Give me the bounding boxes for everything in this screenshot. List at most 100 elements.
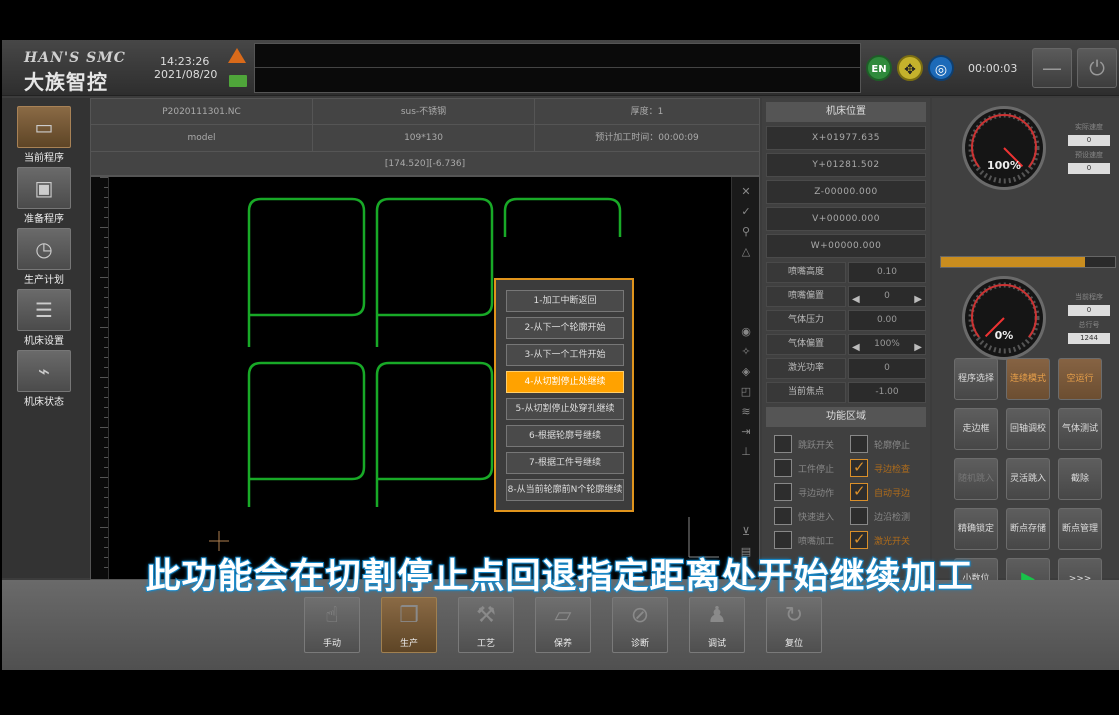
minimize-button[interactable]: —	[1032, 48, 1072, 88]
nav-maintenance[interactable]: ▱ 保养	[535, 597, 591, 653]
nav-label: 诊断	[630, 639, 649, 649]
network-icon[interactable]: ◎	[928, 55, 954, 81]
sidebar-item-current-program[interactable]: ▭ 当前程序	[17, 106, 71, 164]
nav-production[interactable]: ❒ 生产	[381, 597, 437, 653]
param-value-stepper[interactable]: ◀ 100% ▶	[848, 334, 926, 355]
head-icon[interactable]: ⊻	[737, 525, 755, 539]
nav-debug[interactable]: ♟ 调试	[689, 597, 745, 653]
decrease-icon[interactable]: ◀	[852, 338, 860, 357]
message-bar	[254, 43, 861, 93]
language-button[interactable]: EN	[866, 55, 892, 81]
part-outline	[247, 197, 366, 347]
check-icon[interactable]: ✓	[737, 205, 755, 219]
nav-diagnose[interactable]: ⊘ 诊断	[612, 597, 668, 653]
sidebar-item-label: 生产计划	[24, 275, 64, 286]
material: sus-不锈钢	[313, 99, 535, 125]
checkbox[interactable]	[774, 483, 792, 501]
frame-icon[interactable]: ◰	[737, 385, 755, 399]
target-icon[interactable]: ✧	[737, 345, 755, 359]
popup-item-n-contours-back[interactable]: 8-从当前轮廓前N个轮廓继续	[506, 479, 624, 501]
ruler-tick	[104, 357, 108, 358]
popup-item-resume-stop-point[interactable]: 4-从切割停止处继续	[506, 371, 624, 393]
stack-icon[interactable]: ≋	[737, 405, 755, 419]
checkbox-checked[interactable]	[850, 482, 868, 501]
total-lines-value: 1244	[1068, 333, 1110, 344]
checkbox[interactable]	[774, 459, 792, 477]
trace-frame-button[interactable]: 走边框	[954, 408, 998, 450]
nav-process[interactable]: ⚒ 工艺	[458, 597, 514, 653]
terminal-icon: ▭	[17, 106, 71, 148]
param-label: 激光功率	[766, 358, 846, 379]
param-gas-pressure: 气体压力 0.00	[766, 310, 926, 331]
locate-icon[interactable]: ◈	[737, 365, 755, 379]
part-drawing[interactable]	[109, 177, 731, 579]
cutting-preview-canvas[interactable]: ✕ ✓ ⚲ △ ◉ ✧ ◈ ◰ ≋ ⇥ ⊥ ⊻ ▤	[90, 176, 760, 580]
param-value: -1.00	[848, 382, 926, 403]
close-icon[interactable]: ✕	[737, 185, 755, 199]
param-value-stepper[interactable]: ◀ 0 ▶	[848, 286, 926, 307]
status-icon: ⌁	[17, 350, 71, 392]
ruler-tick	[104, 347, 108, 348]
checkbox[interactable]	[774, 507, 792, 525]
decrease-icon[interactable]: ◀	[852, 290, 860, 309]
pin-icon[interactable]: ⚲	[737, 225, 755, 239]
dry-run-button[interactable]: 空运行	[1058, 358, 1102, 400]
checkbox[interactable]	[850, 507, 868, 525]
checkbox[interactable]	[774, 435, 792, 453]
gas-test-button[interactable]: 气体测试	[1058, 408, 1102, 450]
checkbox-checked[interactable]	[850, 530, 868, 549]
precise-lock-button[interactable]: 精确锁定	[954, 508, 998, 550]
program-select-button[interactable]: 程序选择	[954, 358, 998, 400]
part-outline	[375, 361, 494, 507]
param-nozzle-height: 喷嘴高度 0.10	[766, 262, 926, 283]
breakpoint-manage-button[interactable]: 断点管理	[1058, 508, 1102, 550]
increase-icon[interactable]: ▶	[914, 338, 922, 357]
header-bar: HAN'S SMC 大族智控 14:23:26 2021/08/20 EN ✥ …	[2, 40, 1119, 96]
axis-icon[interactable]: ⊥	[737, 445, 755, 459]
popup-item-by-contour-number[interactable]: 6-根据轮廓号继续	[506, 425, 624, 447]
popup-item-next-contour[interactable]: 2-从下一个轮廓开始	[506, 317, 624, 339]
popup-item-interrupt-return[interactable]: 1-加工中断返回	[506, 290, 624, 312]
preset-speed-label: 预设速度	[1075, 151, 1103, 159]
ruler-tick	[104, 237, 108, 238]
zoom-icon[interactable]: ◉	[737, 325, 755, 339]
random-jump-button[interactable]: 随机跳入	[954, 458, 998, 500]
actual-speed-label: 实际速度	[1075, 123, 1103, 131]
func-label: 跳跃开关	[798, 441, 835, 451]
ruler-tick	[104, 437, 108, 438]
export-icon[interactable]: ⇥	[737, 425, 755, 439]
sidebar-item-production-plan[interactable]: ◷ 生产计划	[17, 228, 71, 286]
popup-item-next-part[interactable]: 3-从下一个工件开始	[506, 344, 624, 366]
message-icon[interactable]	[229, 75, 247, 87]
flexible-jump-button[interactable]: 灵活跳入	[1006, 458, 1050, 500]
auto-mode-icon[interactable]: ✥	[897, 55, 923, 81]
nav-reset[interactable]: ↻ 复位	[766, 597, 822, 653]
ruler-tick	[104, 507, 108, 508]
increase-icon[interactable]: ▶	[914, 290, 922, 309]
part-size: 109*130	[313, 125, 535, 151]
breakpoint-save-button[interactable]: 断点存储	[1006, 508, 1050, 550]
param-value: 0.10	[848, 262, 926, 283]
nav-label: 保养	[553, 639, 572, 649]
checkbox[interactable]	[774, 531, 792, 549]
cut-off-button[interactable]: 截除	[1058, 458, 1102, 500]
layers-icon[interactable]: △	[737, 245, 755, 259]
warning-icon[interactable]	[228, 48, 246, 63]
sidebar-item-machine-settings[interactable]: ☰ 机床设置	[17, 289, 71, 347]
total-lines-label: 总行号	[1078, 321, 1100, 329]
axis-calibrate-button[interactable]: 回轴调校	[1006, 408, 1050, 450]
popup-item-resume-pierce[interactable]: 5-从切割停止处穿孔继续	[506, 398, 624, 420]
user-tool-icon: ♟	[707, 603, 727, 628]
power-icon[interactable]: ⏻	[1077, 48, 1117, 88]
sidebar-item-prepare-program[interactable]: ▣ 准备程序	[17, 167, 71, 225]
sidebar-item-machine-status[interactable]: ⌁ 机床状态	[17, 350, 71, 408]
checkbox[interactable]	[850, 435, 868, 453]
hand-icon: ☝	[325, 603, 339, 628]
model-name: model	[91, 125, 313, 151]
checkbox-checked[interactable]	[850, 458, 868, 477]
logo-chinese: 大族智控	[24, 70, 108, 94]
continuous-mode-button[interactable]: 连续模式	[1006, 358, 1050, 400]
nav-manual[interactable]: ☝ 手动	[304, 597, 360, 653]
popup-item-by-part-number[interactable]: 7-根据工件号继续	[506, 452, 624, 474]
func-label: 寻边检查	[874, 465, 911, 475]
